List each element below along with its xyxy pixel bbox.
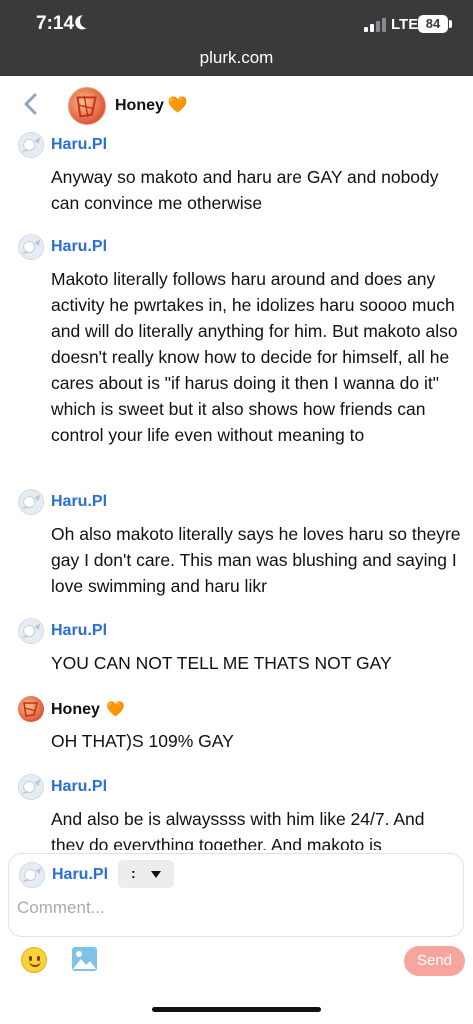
home-indicator[interactable] xyxy=(152,1007,321,1012)
status-bar: 7:14 LTE 84 plurk.com xyxy=(0,0,473,76)
cellular-signal-icon xyxy=(364,18,386,32)
send-button[interactable]: Send xyxy=(404,946,465,976)
haru-avatar-art xyxy=(22,779,41,795)
moon-icon xyxy=(78,12,96,30)
caret-down-icon xyxy=(151,871,161,878)
honey-avatar-art xyxy=(23,702,38,717)
message-text: Oh also makoto literally says he loves h… xyxy=(51,524,461,596)
header-name[interactable]: Honey 🧡 xyxy=(115,95,188,115)
response-feed[interactable]: Haru.Pl Anyway so makoto and haru are GA… xyxy=(0,132,473,850)
message-text: And also be is alwayssss with him like 2… xyxy=(51,809,425,850)
haru-avatar-art xyxy=(23,867,42,883)
avatar[interactable] xyxy=(18,774,44,800)
url-bar[interactable]: plurk.com xyxy=(0,48,473,68)
image-upload-button[interactable] xyxy=(71,946,98,972)
composer-author: Haru.Pl xyxy=(52,866,109,883)
network-type: LTE xyxy=(391,16,419,33)
image-icon xyxy=(72,947,97,971)
author-link[interactable]: Honey 🧡 xyxy=(51,700,125,719)
comment-composer: Haru.Pl : xyxy=(8,853,464,937)
avatar[interactable] xyxy=(18,618,44,644)
battery-cap xyxy=(449,20,452,28)
smiley-icon-mouth xyxy=(29,961,41,967)
haru-avatar-art xyxy=(22,239,41,255)
avatar[interactable] xyxy=(18,132,44,158)
chevron-left-icon xyxy=(24,93,37,115)
avatar[interactable] xyxy=(18,234,44,260)
avatar[interactable] xyxy=(18,696,44,722)
back-button[interactable] xyxy=(20,91,42,117)
qualifier-value: : xyxy=(131,865,136,881)
haru-avatar-art xyxy=(22,137,41,153)
haru-avatar-art xyxy=(22,494,41,510)
avatar[interactable] xyxy=(68,87,106,125)
emoji-button[interactable] xyxy=(21,947,47,973)
avatar[interactable] xyxy=(18,489,44,515)
author-link[interactable]: Haru.Pl xyxy=(51,778,107,796)
orange-heart-icon: 🧡 xyxy=(167,97,188,114)
haru-avatar-art xyxy=(22,623,41,639)
author-name: Honey xyxy=(51,701,100,718)
message-text: Makoto literally follows haru around and… xyxy=(51,269,458,445)
comment-input[interactable] xyxy=(17,894,447,922)
clock-time: 7:14 xyxy=(36,13,75,34)
author-link[interactable]: Haru.Pl xyxy=(51,622,107,640)
message-text: YOU CAN NOT TELL ME THATS NOT GAY xyxy=(51,653,392,673)
author-link[interactable]: Haru.Pl xyxy=(51,136,107,154)
header-name-text: Honey xyxy=(115,97,164,114)
battery-icon: 84 xyxy=(418,15,448,33)
message-text: Anyway so makoto and haru are GAY and no… xyxy=(51,167,439,213)
qualifier-dropdown[interactable]: : xyxy=(118,860,174,888)
author-link[interactable]: Haru.Pl xyxy=(51,493,107,511)
message-text: OH THAT)S 109% GAY xyxy=(51,731,234,751)
orange-heart-icon: 🧡 xyxy=(106,701,126,718)
avatar xyxy=(19,862,45,888)
honey-avatar-art xyxy=(76,95,97,118)
thread-header: Honey 🧡 xyxy=(0,76,473,132)
author-link[interactable]: Haru.Pl xyxy=(51,238,107,256)
